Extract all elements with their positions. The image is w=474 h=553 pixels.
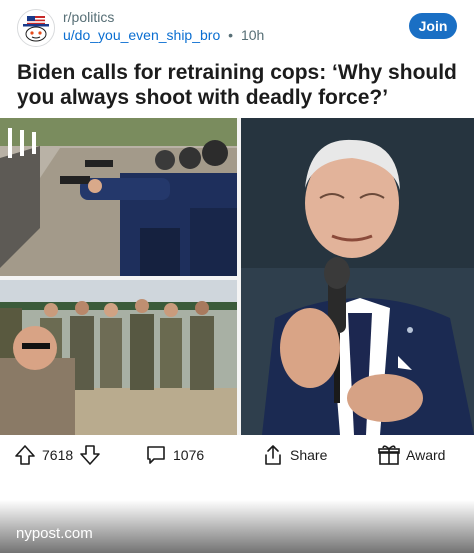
vote-group: 7618 <box>14 443 101 467</box>
share-label: Share <box>290 447 328 463</box>
award-label: Award <box>406 447 446 463</box>
subreddit-name[interactable]: r/politics <box>63 9 114 25</box>
join-button[interactable]: Join <box>409 13 457 39</box>
post-image[interactable]: nypost.com <box>0 118 474 553</box>
share-button[interactable]: Share <box>262 443 327 467</box>
post-header: r/politics u/do_you_even_ship_bro • 10h … <box>0 0 474 54</box>
vote-count: 7618 <box>42 447 74 463</box>
comment-icon <box>145 444 167 466</box>
post-age: 10h <box>240 27 265 43</box>
award-icon <box>378 444 400 466</box>
comment-count: 1076 <box>173 447 205 463</box>
award-button[interactable]: Award <box>378 443 445 467</box>
link-source-overlay[interactable]: nypost.com <box>0 500 474 553</box>
share-icon <box>262 444 284 466</box>
subreddit-avatar-icon[interactable] <box>17 9 55 47</box>
author-link[interactable]: u/do_you_even_ship_bro <box>63 27 220 43</box>
downvote-icon[interactable] <box>79 444 101 466</box>
comments-button[interactable]: 1076 <box>145 443 204 467</box>
upvote-icon[interactable] <box>14 444 36 466</box>
meta-separator: • <box>228 27 234 43</box>
post-meta: u/do_you_even_ship_bro • 10h <box>63 27 264 43</box>
link-domain[interactable]: nypost.com <box>16 525 93 542</box>
action-bar: 7618 1076 Share Award <box>0 435 474 475</box>
news-photo-collage <box>0 118 474 435</box>
post-title[interactable]: Biden calls for retraining cops: ‘Why sh… <box>17 60 457 110</box>
